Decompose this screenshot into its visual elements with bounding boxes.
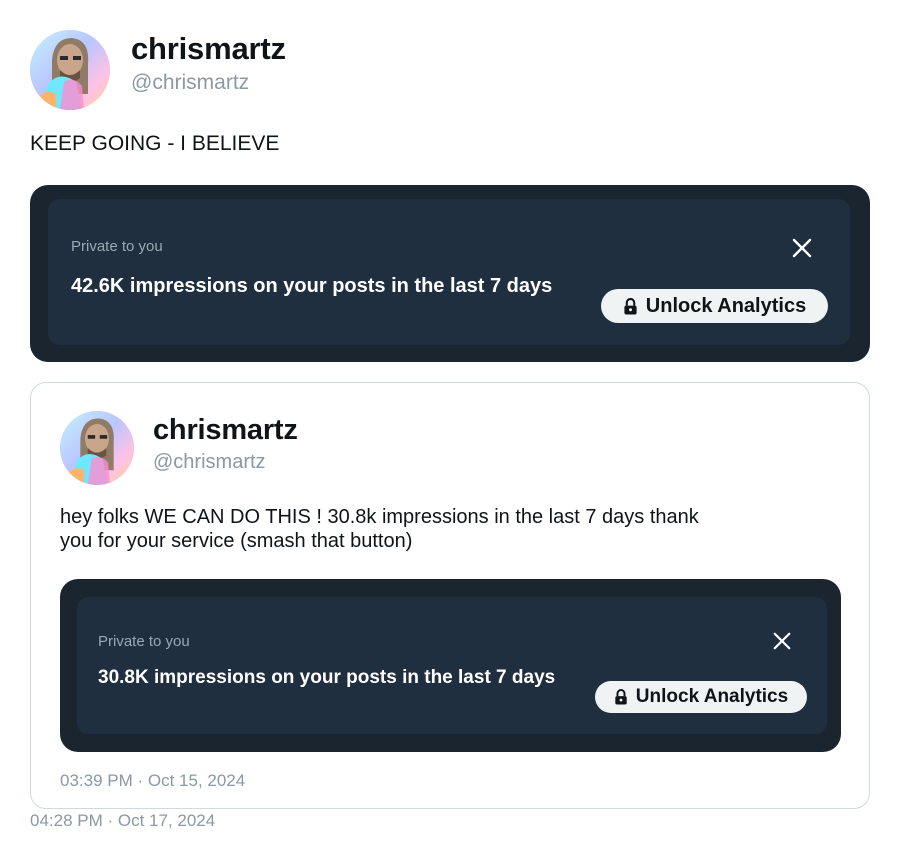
close-icon[interactable] — [772, 631, 792, 651]
quoted-post-text-line2: you for your service (smash that button) — [60, 530, 413, 552]
quoted-author-name[interactable]: chrismartz — [153, 412, 298, 448]
close-icon[interactable] — [791, 237, 813, 259]
author-handle[interactable]: @chrismartz — [131, 70, 249, 96]
quoted-private-label: Private to you — [98, 633, 190, 650]
quoted-author-handle[interactable]: @chrismartz — [153, 449, 266, 475]
analytics-card-inner: Private to you 42.6K impressions on your… — [48, 199, 850, 345]
avatar-image — [30, 30, 110, 110]
unlock-analytics-label: Unlock Analytics — [645, 294, 807, 317]
quoted-avatar-image — [60, 411, 134, 485]
lock-icon — [614, 689, 628, 705]
quoted-analytics-card-inner: Private to you 30.8K impressions on your… — [77, 597, 827, 734]
private-label: Private to you — [71, 238, 163, 255]
quoted-unlock-analytics-label: Unlock Analytics — [635, 686, 789, 707]
post-timestamp[interactable]: 04:28 PM · Oct 17, 2024 — [30, 810, 215, 832]
quoted-post-text-line1: hey folks WE CAN DO THIS ! 30.8k impress… — [60, 506, 699, 528]
quoted-impressions-text: 30.8K impressions on your posts in the l… — [98, 667, 556, 688]
impressions-text: 42.6K impressions on your posts in the l… — [71, 275, 553, 297]
analytics-card: Private to you 42.6K impressions on your… — [30, 185, 870, 362]
quoted-unlock-analytics-button[interactable]: Unlock Analytics — [595, 681, 807, 713]
lock-icon — [623, 297, 638, 315]
post-text: KEEP GOING - I BELIEVE — [30, 132, 280, 155]
unlock-analytics-button[interactable]: Unlock Analytics — [601, 289, 828, 323]
quoted-post[interactable]: chrismartz @chrismartz hey folks WE CAN … — [30, 382, 870, 809]
quoted-analytics-card: Private to you 30.8K impressions on your… — [60, 579, 841, 752]
author-name[interactable]: chrismartz — [131, 30, 286, 68]
avatar[interactable] — [30, 30, 110, 110]
quoted-avatar[interactable] — [60, 411, 134, 485]
quoted-timestamp[interactable]: 03:39 PM · Oct 15, 2024 — [60, 770, 245, 792]
